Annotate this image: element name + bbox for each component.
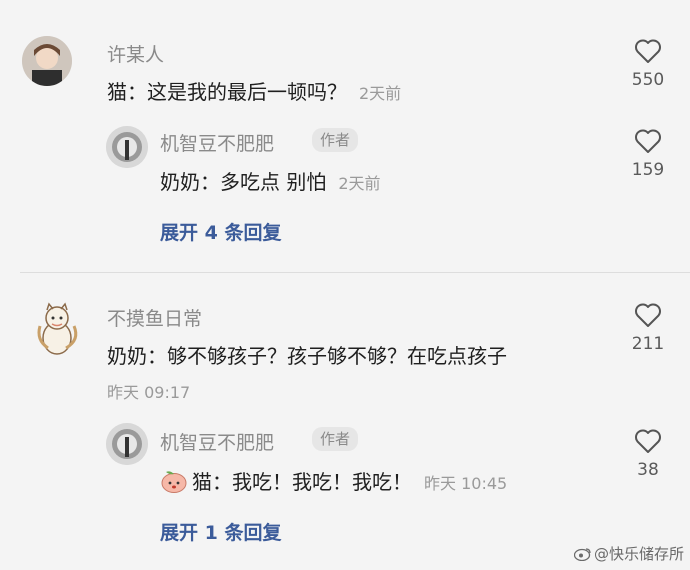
peach-emoji-icon bbox=[161, 471, 187, 493]
username[interactable]: 不摸鱼日常 bbox=[107, 304, 202, 331]
reply-avatar[interactable] bbox=[106, 126, 148, 168]
weibo-icon bbox=[573, 548, 591, 562]
heart-icon bbox=[635, 39, 661, 63]
heart-icon bbox=[635, 429, 661, 453]
reply-body: 奶奶：多吃点 别怕 bbox=[160, 170, 327, 194]
reply-username[interactable]: 机智豆不肥肥 bbox=[160, 129, 274, 156]
username[interactable]: 许某人 bbox=[107, 40, 164, 67]
comment-body: 猫：这是我的最后一顿吗？ bbox=[107, 80, 347, 104]
like-count: 550 bbox=[631, 70, 665, 90]
reply-avatar[interactable] bbox=[106, 423, 148, 465]
timestamp: 昨天 09:17 bbox=[107, 383, 191, 402]
like-count: 159 bbox=[631, 160, 665, 180]
reply-like-button[interactable]: 159 bbox=[618, 128, 678, 180]
heart-icon bbox=[635, 303, 661, 327]
reply-body: 猫：我吃！我吃！我吃！ bbox=[192, 470, 412, 494]
like-count: 38 bbox=[637, 460, 659, 480]
author-badge: 作者 bbox=[312, 427, 359, 451]
reply-text: 奶奶：多吃点 别怕 2天前 bbox=[160, 166, 381, 195]
expand-replies-link[interactable]: 展开 1 条回复 bbox=[160, 518, 281, 545]
watermark: @快乐储存所 bbox=[573, 543, 684, 564]
avatar[interactable] bbox=[22, 36, 72, 86]
comment-text: 奶奶：够不够孩子？孩子够不够？在吃点孩子 bbox=[107, 344, 507, 368]
like-button[interactable]: 550 bbox=[618, 38, 678, 90]
timestamp: 2天前 bbox=[359, 84, 402, 103]
reply-timestamp: 昨天 10:45 bbox=[424, 474, 508, 493]
expand-replies-link[interactable]: 展开 4 条回复 bbox=[160, 218, 281, 245]
like-button[interactable]: 211 bbox=[618, 302, 678, 354]
avatar[interactable] bbox=[30, 300, 84, 360]
like-count: 211 bbox=[631, 334, 665, 354]
reply-like-button[interactable]: 38 bbox=[618, 428, 678, 480]
reply-text: 猫：我吃！我吃！我吃！ 昨天 10:45 bbox=[160, 466, 507, 495]
watermark-text: @快乐储存所 bbox=[593, 545, 684, 563]
comment-text: 猫：这是我的最后一顿吗？ 2天前 bbox=[107, 76, 401, 105]
divider bbox=[20, 272, 690, 273]
heart-icon bbox=[635, 129, 661, 153]
reply-timestamp: 2天前 bbox=[338, 174, 381, 193]
reply-username[interactable]: 机智豆不肥肥 bbox=[160, 428, 274, 455]
author-badge: 作者 bbox=[312, 128, 359, 152]
